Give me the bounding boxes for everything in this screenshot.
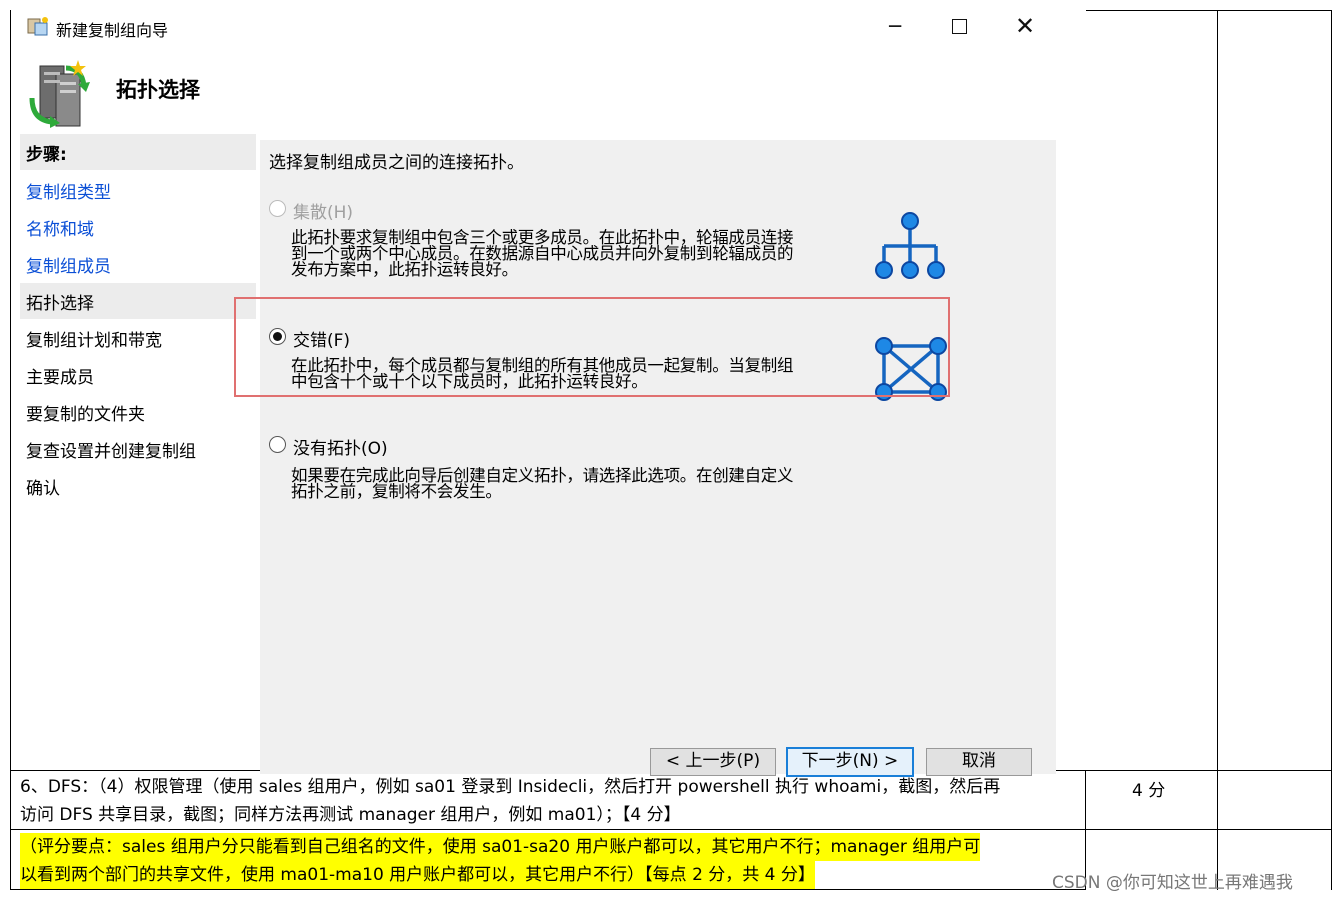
- table-border: [10, 889, 1085, 890]
- option-hub-spoke-desc: 此拓扑要求复制组中包含三个或更多成员。在此拓扑中，轮辐成员连接 到一个或两个中心…: [291, 229, 851, 279]
- instruction-text: 选择复制组成员之间的连接拓扑。: [269, 153, 524, 173]
- maximize-icon: [951, 19, 967, 34]
- step-name-and-domain[interactable]: 名称和域: [20, 209, 256, 245]
- table-border: [10, 10, 11, 890]
- cancel-button[interactable]: 取消: [926, 748, 1032, 776]
- content-divider: [260, 134, 1056, 140]
- title-bar: 新建复制组向导 ─ ✕: [18, 10, 1086, 44]
- step-review-settings: 复查设置并创建复制组: [26, 442, 196, 462]
- selection-highlight: [234, 297, 950, 397]
- option-no-topology-desc: 如果要在完成此向导后创建自定义拓扑，请选择此选项。在创建自定义 拓扑之前，复制将…: [291, 467, 851, 501]
- minimize-icon: ─: [888, 14, 902, 38]
- criteria-line-1: （评分要点：sales 组用户分只能看到自己组名的文件，使用 sa01-sa20…: [20, 833, 981, 861]
- close-icon: ✕: [1014, 12, 1036, 40]
- criteria-line-2: 以看到两个部门的共享文件，使用 ma01-ma10 用户账户都可以，其它用户不行…: [20, 861, 815, 889]
- step-schedule-bandwidth: 复制组计划和带宽: [26, 331, 162, 351]
- desc-line: 拓扑之前，复制将不会发生。: [291, 482, 502, 501]
- table-border: [1331, 10, 1332, 890]
- window-title: 新建复制组向导: [56, 21, 169, 40]
- server-sync-icon: [29, 60, 90, 128]
- radio-no-topology[interactable]: [269, 436, 286, 453]
- content-panel: 选择复制组成员之间的连接拓扑。 集散(H) 此拓扑要求复制组中包含三个或更多成员…: [260, 134, 1056, 777]
- step-topology-selection: 拓扑选择: [20, 283, 256, 319]
- table-border: [1217, 10, 1218, 890]
- step-folders-to-replicate: 要复制的文件夹: [26, 405, 145, 425]
- minimize-button[interactable]: ─: [864, 10, 926, 44]
- steps-panel: 步骤: 复制组类型 名称和域 复制组成员 拓扑选择 复制组计划和带宽 主要成员 …: [20, 134, 256, 770]
- csdn-watermark: CSDN @你可知这世上再难遇我: [1052, 873, 1293, 893]
- option-no-topology-label: 没有拓扑(O): [293, 439, 388, 459]
- option-hub-spoke-label: 集散(H): [293, 203, 354, 223]
- score-cell: 4 分: [1132, 781, 1166, 801]
- step-confirmation: 确认: [26, 479, 60, 499]
- table-border: [1085, 10, 1332, 11]
- hub-spoke-icon: [875, 212, 945, 279]
- replication-app-icon: [27, 17, 48, 36]
- radio-hub-spoke[interactable]: [269, 200, 286, 217]
- table-border: [10, 829, 1332, 830]
- steps-heading: 步骤:: [20, 134, 256, 170]
- task-line-1: 6、DFS：（4）权限管理（使用 sales 组用户，例如 sa01 登录到 I…: [20, 777, 1001, 797]
- task-line-2: 访问 DFS 共享目录，截图；同样方法再测试 manager 组用户，例如 ma…: [20, 805, 681, 825]
- close-button[interactable]: ✕: [994, 10, 1056, 44]
- desc-line: 发布方案中，此拓扑运转良好。: [291, 260, 518, 279]
- maximize-button[interactable]: [928, 10, 990, 44]
- page-title: 拓扑选择: [116, 78, 200, 102]
- step-primary-member: 主要成员: [26, 368, 94, 388]
- step-replication-members[interactable]: 复制组成员: [20, 246, 256, 282]
- step-replication-group-type[interactable]: 复制组类型: [20, 172, 256, 208]
- previous-button[interactable]: < 上一步(P): [650, 748, 776, 776]
